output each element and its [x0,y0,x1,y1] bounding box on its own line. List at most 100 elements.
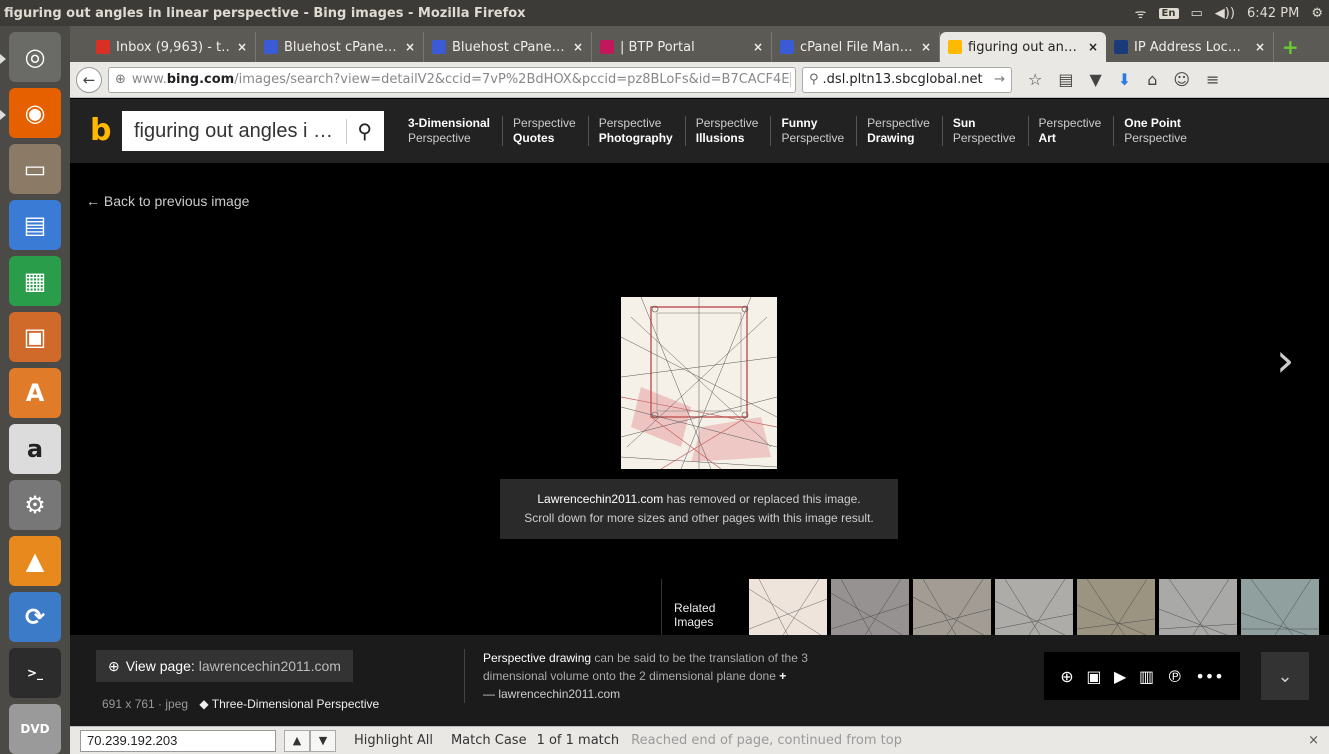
terminal-icon[interactable]: >_ [9,648,61,698]
related-search-chip[interactable]: Perspective Illusions [684,116,771,146]
browser-tab[interactable]: | BTP Portal × [592,32,772,62]
system-tray: ᯤ En ▭ ◀)) 6:42 PM ⚙ [1135,4,1329,23]
image-info-bar: ⊕ View page: lawrencechin2011.com 691 x … [70,635,1329,726]
back-button[interactable]: ← [76,66,102,93]
volume-icon[interactable]: ◀)) [1215,6,1235,21]
software-center-icon[interactable]: A [9,368,61,418]
calc-icon[interactable]: ▦ [9,256,61,306]
view-page-host: lawrencechin2011.com [198,658,341,674]
home-icon[interactable]: ⌂ [1147,70,1157,89]
notice-line2: Scroll down for more sizes and other pag… [524,511,874,525]
search-icon: ⚲ [809,72,819,87]
description-expand-button[interactable]: + [779,669,786,683]
match-case-toggle[interactable]: Match Case [451,733,527,748]
related-search-chip[interactable]: Perspective Drawing [856,116,942,146]
next-image-arrow-icon[interactable]: › [1276,333,1294,387]
bing-search-input[interactable]: figuring out angles i … [134,120,346,143]
back-to-previous-link[interactable]: ← Back to previous image [86,193,249,209]
updater-icon[interactable]: ⟳ [9,592,61,642]
impress-icon[interactable]: ▣ [9,312,61,362]
settings-gear-icon[interactable]: ⚙ [1311,6,1323,21]
tab-close-icon[interactable]: × [753,40,763,54]
writer-icon[interactable]: ▤ [9,200,61,250]
firefox-icon[interactable]: ◉ [0,88,61,138]
image-description: Perspective drawing can be said to be th… [464,649,824,703]
highlight-all-toggle[interactable]: Highlight All [354,733,433,748]
ubuntu-dash-icon[interactable]: ◎ [0,32,61,82]
search-go-icon[interactable]: → [994,72,1005,87]
magnifier-icon[interactable]: ⚲ [346,118,372,144]
tab-close-icon[interactable]: × [237,40,247,54]
bookmark-star-icon[interactable]: ☆ [1028,70,1042,89]
related-search-chip[interactable]: Perspective Art [1027,116,1114,146]
firefox-window: Inbox (9,963) - t… × Bluehost cPane… × Blueh… [70,26,1329,754]
more-options-icon[interactable]: ••• [1195,667,1223,686]
related-search-chip[interactable]: Perspective Photography [587,116,685,146]
new-tab-button[interactable]: + [1274,32,1307,62]
video-play-icon[interactable]: ▶ [1114,667,1126,686]
chip-line-2: Perspective [408,131,471,145]
clock[interactable]: 6:42 PM [1247,6,1299,21]
site-identity-icon[interactable]: ⊕ [115,72,126,87]
find-next-button[interactable]: ▼ [310,729,336,752]
view-page-label: View page: [125,658,195,674]
chip-line-2: Perspective [781,131,845,145]
related-search-chip[interactable]: Sun Perspective [941,116,1028,146]
find-input[interactable] [80,729,276,752]
browser-tab[interactable]: IP Address Loc… × [1106,32,1274,62]
keyboard-layout-indicator[interactable]: En [1158,7,1179,19]
url-bar[interactable]: ⊕ www. bing.com/images/search?view=detail… [108,66,796,93]
bing-logo-icon[interactable]: b [90,116,111,146]
perspective-drawing-image [621,297,777,469]
visit-site-icon[interactable]: ⊕ [1060,667,1073,686]
reading-list-icon[interactable]: ▤ [1058,70,1073,89]
reload-icon[interactable]: ↻ [789,72,796,87]
view-page-button[interactable]: ⊕ View page: lawrencechin2011.com [96,650,353,682]
related-search-chip[interactable]: Perspective Quotes [502,116,588,146]
related-search-chip[interactable]: Funny Perspective [770,116,856,146]
settings-icon[interactable]: ⚙ [9,480,61,530]
pocket-icon[interactable]: ▼ [1089,70,1101,89]
find-close-icon[interactable]: × [1308,733,1319,748]
vlc-icon[interactable]: ▲ [9,536,61,586]
pinterest-icon[interactable]: ℗ [1167,667,1183,686]
description-source[interactable]: — lawrencechin2011.com [483,687,620,701]
browser-tab[interactable]: figuring out an… × [940,32,1106,62]
globe-icon: ⊕ [108,657,120,674]
find-previous-button[interactable]: ▲ [284,729,310,752]
related-search-chip[interactable]: One Point Perspective [1113,116,1199,146]
browser-tab[interactable]: Bluehost cPane… × [424,32,592,62]
chip-line-1: Perspective [513,116,576,130]
tab-close-icon[interactable]: × [921,40,931,54]
view-image-icon[interactable]: ▣ [1086,667,1101,686]
main-image[interactable] [621,297,777,469]
chat-icon[interactable]: ☺ [1173,70,1190,89]
bing-search-box[interactable]: figuring out angles i … ⚲ [122,111,384,151]
related-search-chip[interactable]: 3-Dimensional Perspective [398,116,502,146]
image-tag-link[interactable]: Three-Dimensional Perspective [212,697,379,711]
tab-close-icon[interactable]: × [1255,40,1265,54]
tag-icon: ◆ [199,697,209,711]
screen: figuring out angles in linear perspectiv… [0,0,1329,754]
onenote-save-icon[interactable]: ▥ [1139,667,1154,686]
bing-header: b figuring out angles i … ⚲ 3-Dimensiona… [70,99,1329,163]
tab-close-icon[interactable]: × [405,40,415,54]
battery-icon[interactable]: ▭ [1191,6,1203,21]
browser-tab[interactable]: cPanel File Man… × [772,32,940,62]
wifi-icon[interactable]: ᯤ [1135,4,1147,22]
browser-tab[interactable]: Inbox (9,963) - t… × [88,32,256,62]
image-size-type: 691 x 761 · jpeg [102,697,189,711]
image-removed-notice: Lawrencechin2011.com has removed or repl… [500,479,898,539]
expand-details-chevron-icon[interactable]: ⌄ [1261,652,1309,700]
browser-tab[interactable]: Bluehost cPane… × [256,32,424,62]
tab-close-icon[interactable]: × [1088,40,1098,54]
downloads-icon[interactable]: ⬇ [1118,70,1131,89]
dvd-icon[interactable]: DVD [9,704,61,754]
amazon-icon[interactable]: a [9,424,61,474]
tab-label: cPanel File Man… [800,39,913,55]
files-icon[interactable]: ▭ [9,144,61,194]
window-title: figuring out angles in linear perspectiv… [4,5,526,21]
search-bar[interactable]: ⚲ .dsl.pltn13.sbcglobal.net → [802,66,1012,93]
tab-close-icon[interactable]: × [573,40,583,54]
menu-icon[interactable]: ≡ [1206,70,1219,89]
